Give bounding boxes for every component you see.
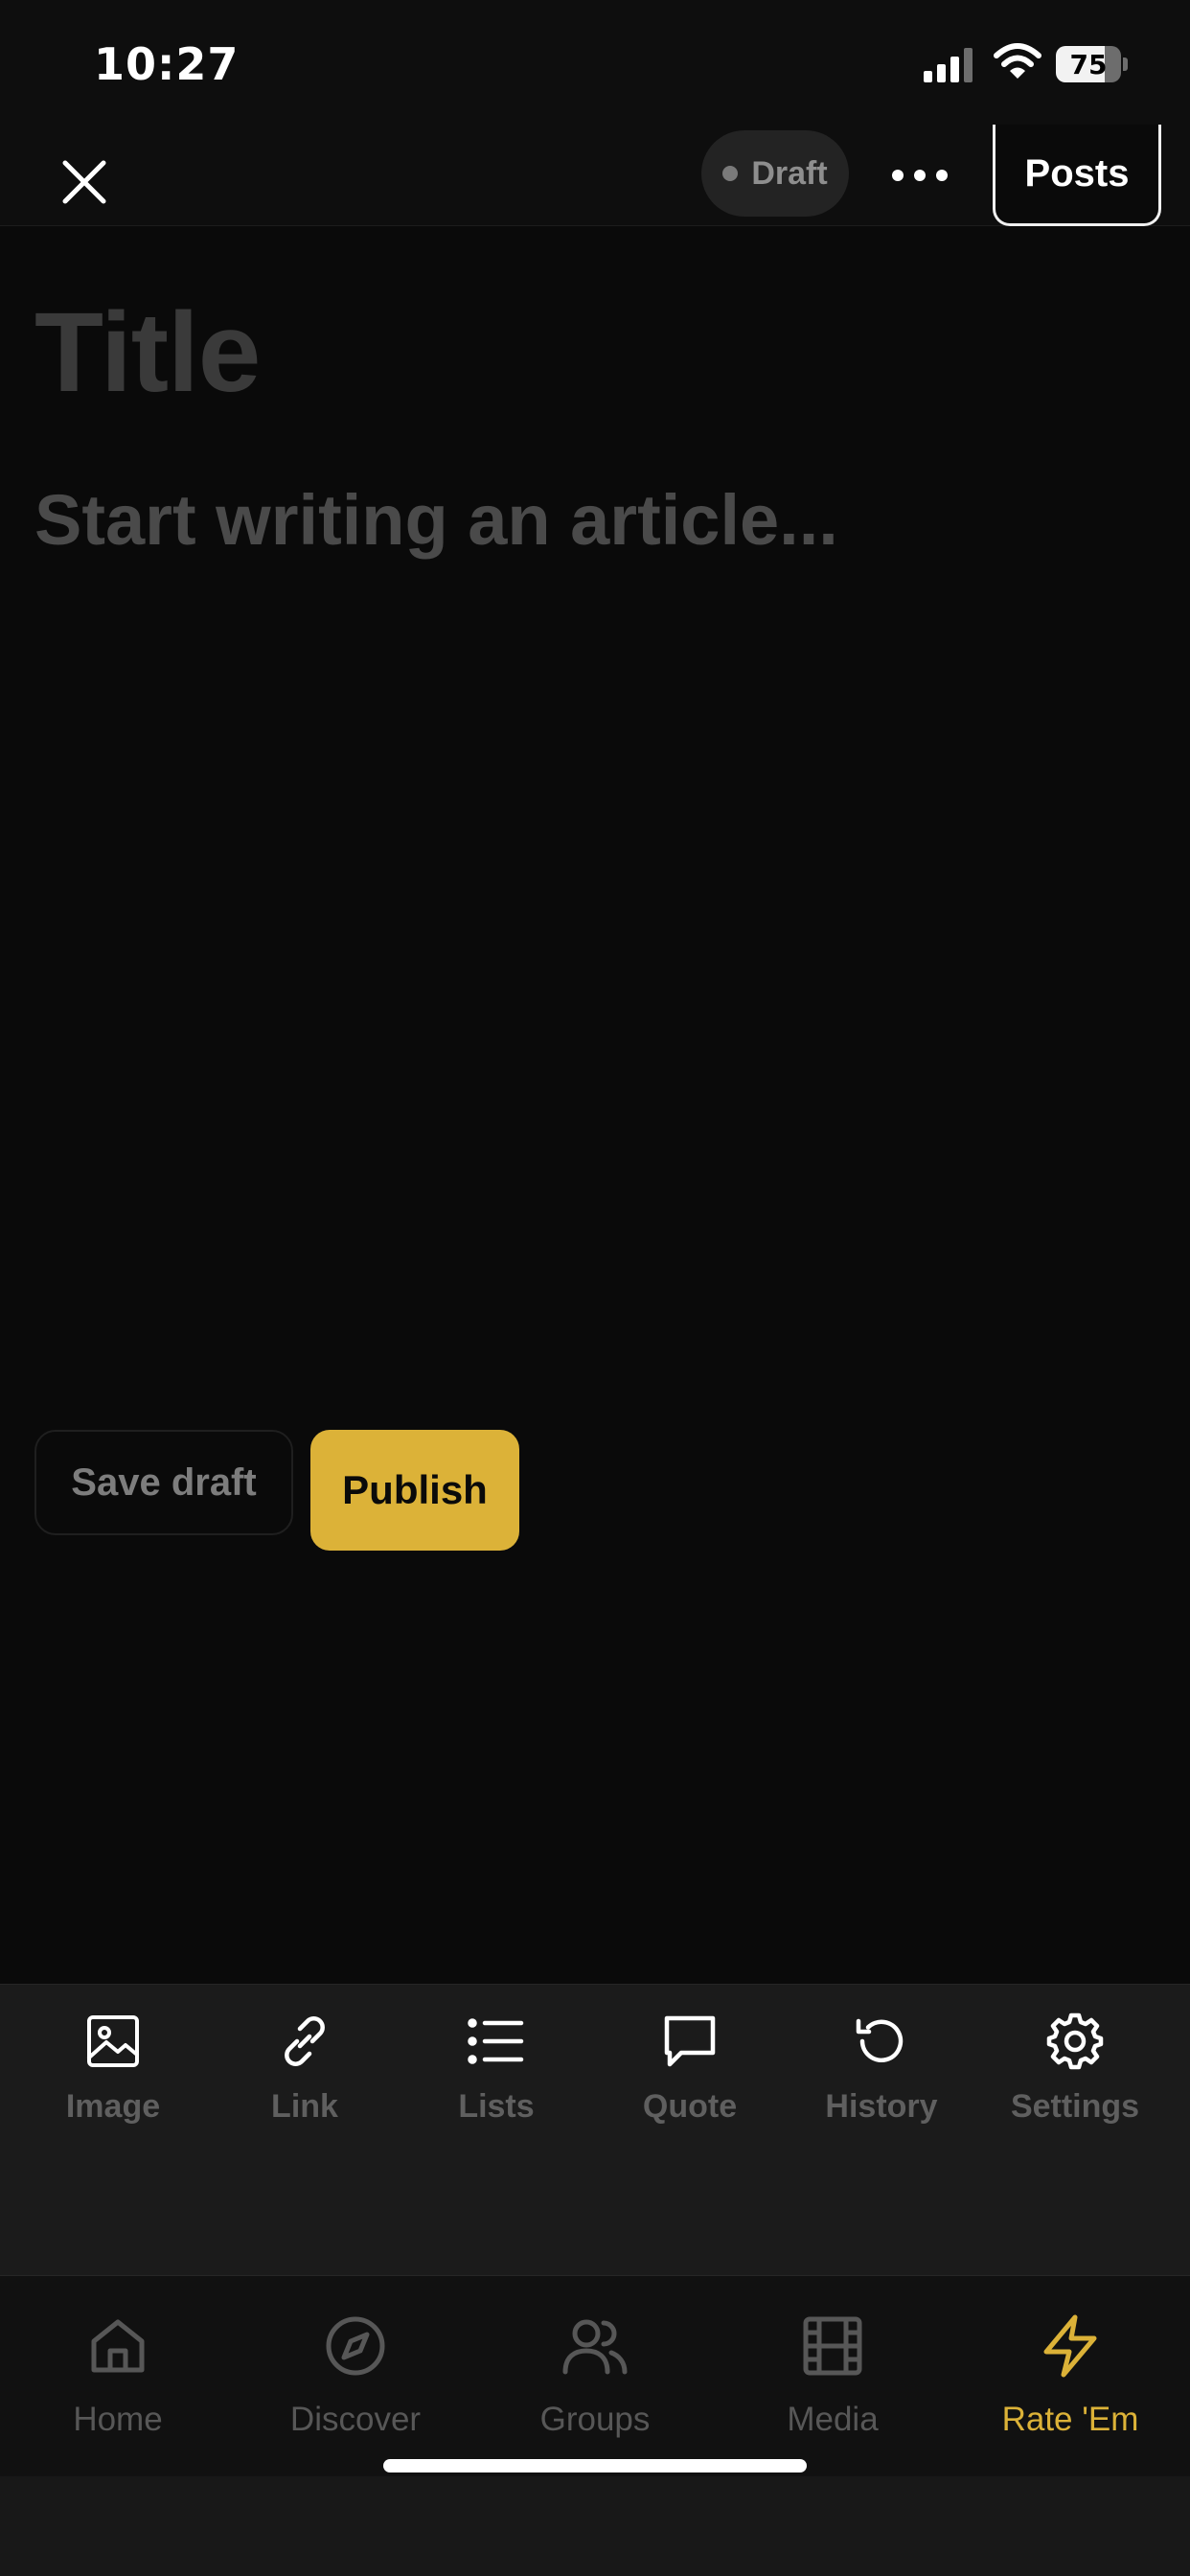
list-icon: [468, 2018, 524, 2064]
tab-media[interactable]: Media: [722, 2311, 943, 2464]
article-body-input[interactable]: Start writing an article...: [34, 479, 838, 561]
save-draft-button[interactable]: Save draft: [34, 1430, 293, 1535]
tab-groups[interactable]: Groups: [485, 2311, 705, 2464]
publish-button[interactable]: Publish: [310, 1430, 519, 1551]
close-icon: [62, 160, 106, 204]
home-icon: [91, 2319, 145, 2373]
tab-bar: Home Discover Groups Media Rate 'Em: [0, 2275, 1190, 2476]
battery-tip: [1123, 58, 1128, 71]
quote-icon: [664, 2015, 716, 2067]
wifi-icon: [994, 43, 1041, 79]
toolbar-quote-button[interactable]: Quote: [594, 2008, 786, 2161]
top-nav: Draft Posts: [0, 125, 1190, 226]
toolbar-history-button[interactable]: History: [786, 2008, 977, 2161]
tab-discover[interactable]: Discover: [245, 2311, 466, 2464]
home-indicator[interactable]: [383, 2459, 807, 2472]
toolbar-label: Image: [65, 2088, 161, 2125]
title-input[interactable]: Title: [34, 288, 261, 418]
link-icon: [285, 2016, 325, 2066]
users-icon: [562, 2319, 628, 2375]
toolbar-label: History: [825, 2088, 938, 2125]
draft-dot-icon: [722, 166, 739, 181]
home-indicator-area: [0, 2459, 1190, 2576]
image-icon: [87, 2015, 139, 2067]
compass-icon: [326, 2316, 385, 2376]
signal-icon: [924, 48, 973, 82]
film-icon: [803, 2316, 862, 2376]
tab-label: Discover: [289, 2401, 422, 2438]
tab-rate-em[interactable]: Rate 'Em: [960, 2311, 1180, 2464]
status-bar: 10:27 75: [0, 0, 1190, 126]
draft-status-badge[interactable]: Draft: [701, 130, 849, 217]
more-options-button[interactable]: [881, 142, 958, 209]
toolbar-label: Quote: [642, 2088, 738, 2125]
battery-level: 75: [1069, 48, 1108, 80]
posts-button[interactable]: Posts: [993, 125, 1161, 226]
tab-label: Media: [787, 2401, 879, 2438]
gear-icon: [1046, 2012, 1104, 2070]
toolbar-label: Settings: [1010, 2088, 1140, 2125]
more-icon: [892, 170, 948, 181]
toolbar-image-button[interactable]: Image: [17, 2008, 209, 2161]
toolbar-settings-button[interactable]: Settings: [979, 2008, 1171, 2161]
history-icon: [856, 2018, 904, 2062]
tab-label: Home: [73, 2401, 163, 2438]
tab-label: Groups: [539, 2401, 651, 2438]
toolbar-label: Link: [271, 2088, 338, 2125]
status-time: 10:27: [94, 38, 240, 90]
lightning-icon: [1043, 2314, 1097, 2378]
editor-toolbar: Image Link Lists Quote History Settings: [0, 1984, 1190, 2275]
tab-label: Rate 'Em: [1001, 2401, 1139, 2438]
battery-icon: 75: [1056, 46, 1121, 82]
tab-home[interactable]: Home: [8, 2311, 228, 2464]
toolbar-label: Lists: [458, 2088, 535, 2125]
draft-label: Draft: [751, 154, 828, 192]
close-button[interactable]: [48, 146, 121, 218]
toolbar-lists-button[interactable]: Lists: [400, 2008, 592, 2161]
toolbar-link-button[interactable]: Link: [209, 2008, 400, 2161]
